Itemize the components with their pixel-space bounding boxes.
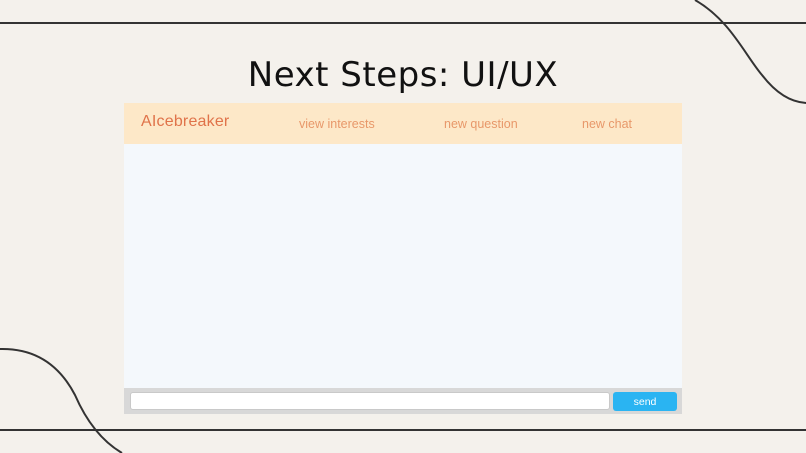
- chat-message-area[interactable]: [124, 144, 682, 388]
- presentation-slide: Next Steps: UI/UX AIcebreaker view inter…: [0, 0, 806, 453]
- nav-new-question[interactable]: new question: [444, 117, 518, 131]
- bottom-left-curve: [0, 347, 123, 453]
- app-navbar: AIcebreaker view interests new question …: [124, 103, 682, 144]
- message-composer: send: [124, 388, 682, 414]
- app-brand-logo[interactable]: AIcebreaker: [141, 113, 229, 131]
- app-mockup: AIcebreaker view interests new question …: [124, 103, 682, 414]
- send-button[interactable]: send: [613, 392, 677, 411]
- message-input[interactable]: [130, 392, 610, 410]
- nav-view-interests[interactable]: view interests: [299, 117, 375, 131]
- nav-new-chat[interactable]: new chat: [582, 117, 632, 131]
- slide-title: Next Steps: UI/UX: [247, 55, 559, 95]
